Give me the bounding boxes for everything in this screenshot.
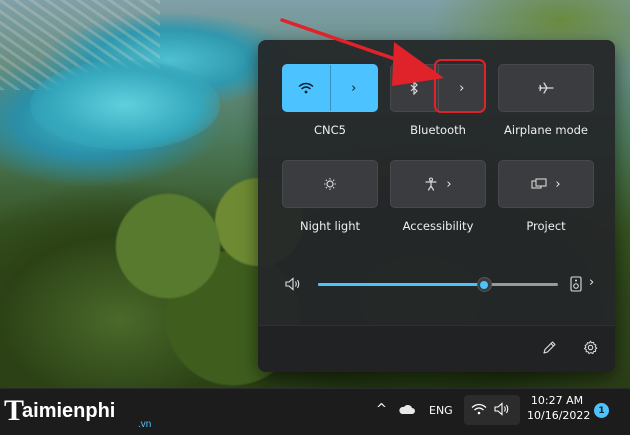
onedrive-cloud-icon[interactable] (398, 404, 416, 415)
overflow-chevron-up-icon[interactable]: ^ (376, 402, 387, 417)
watermark-suffix: .vn (138, 419, 152, 430)
watermark-initial: T (4, 394, 25, 427)
clock[interactable]: 10:27 AM 10/16/2022 (527, 394, 591, 422)
annotation-arrow (280, 18, 444, 86)
watermark-logo: T aimienphi .vn (4, 388, 151, 434)
wifi-icon (471, 403, 487, 415)
notification-badge[interactable]: 1 (594, 403, 609, 418)
volume-icon (494, 402, 510, 416)
language-indicator[interactable]: ENG (429, 404, 453, 417)
clock-date: 10/16/2022 (527, 409, 591, 422)
watermark-brand: aimienphi (22, 399, 116, 422)
clock-time: 10:27 AM (530, 394, 584, 407)
